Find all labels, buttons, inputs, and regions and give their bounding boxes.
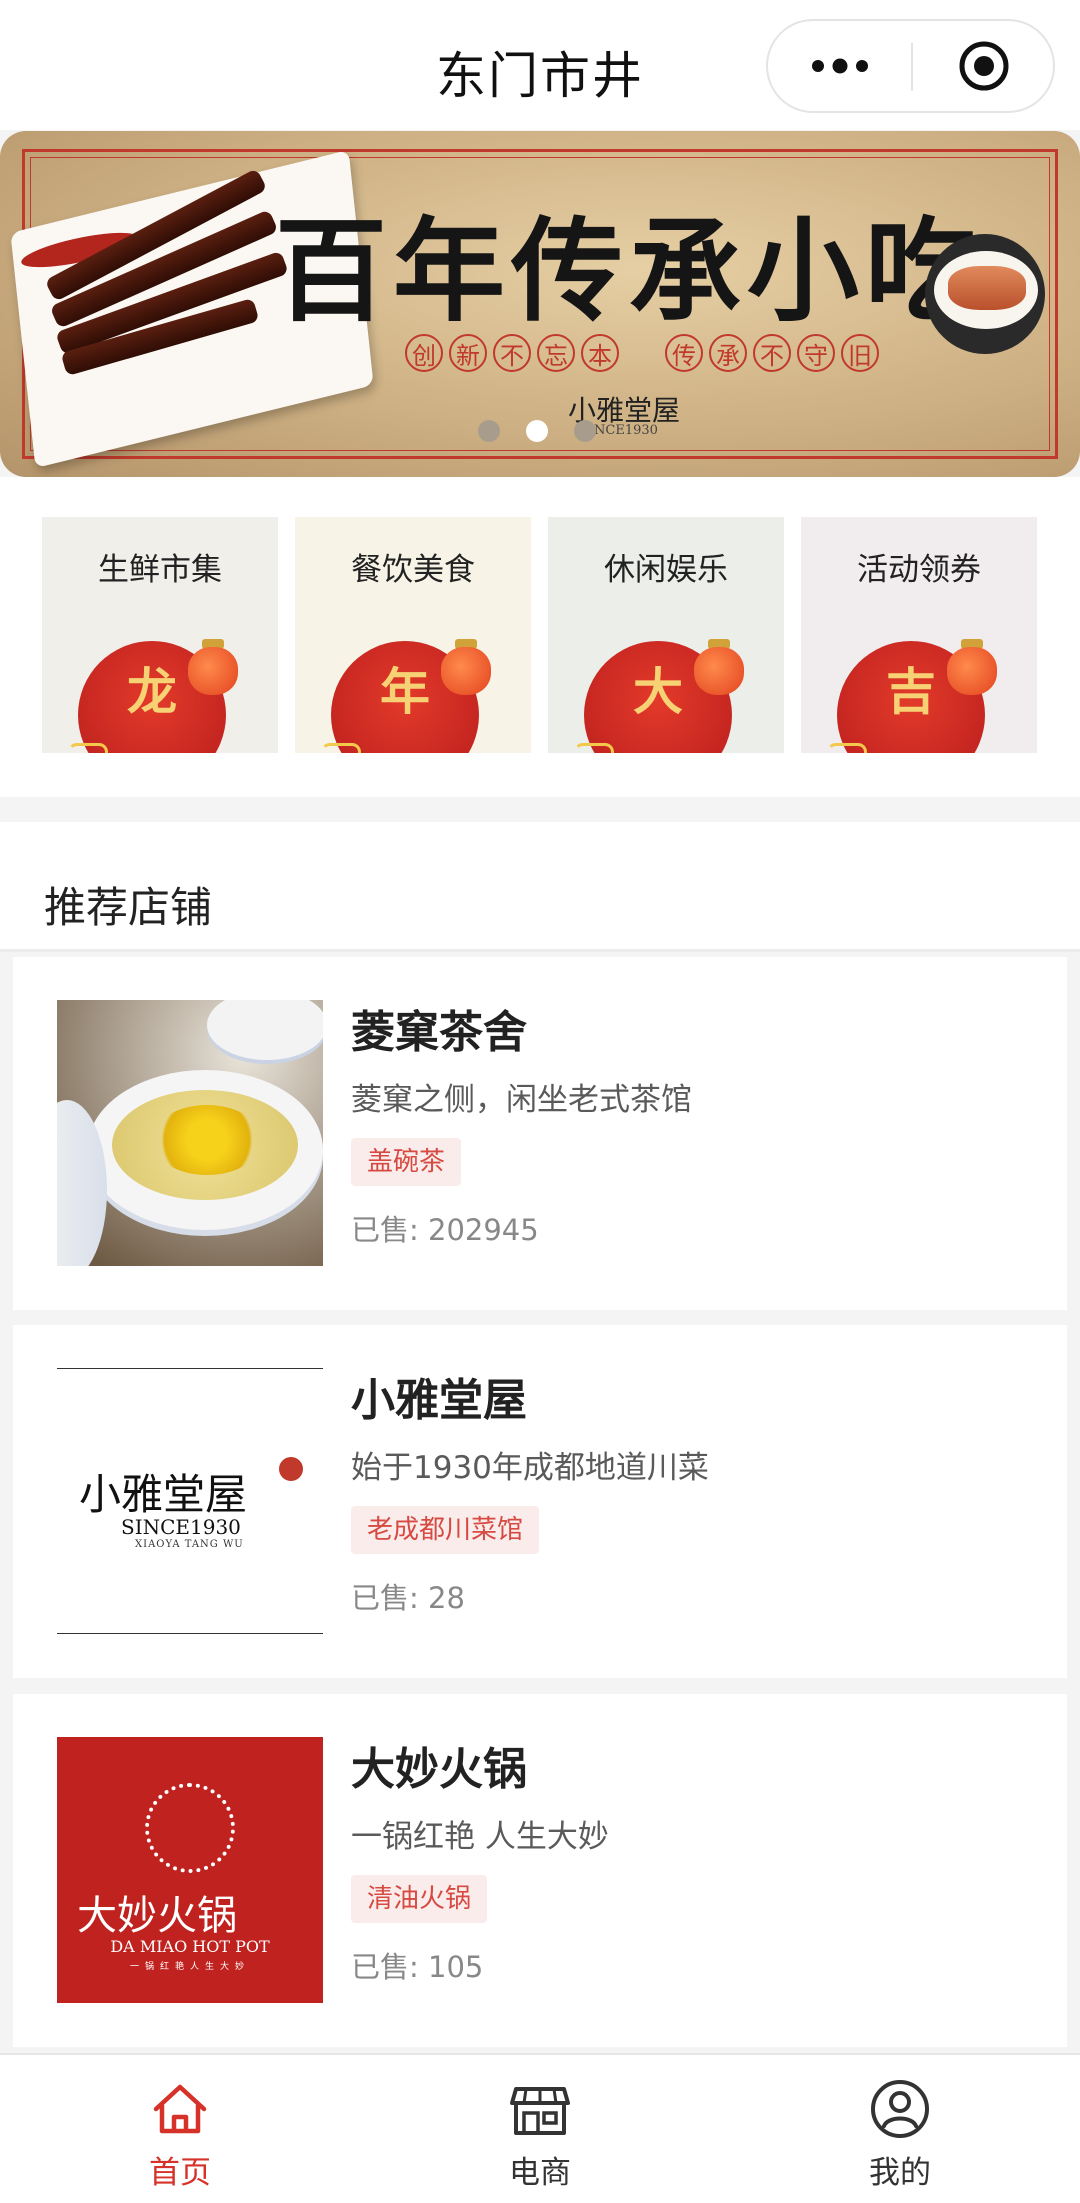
category-label: 餐饮美食 bbox=[351, 552, 475, 588]
category-coupons[interactable]: 活动领券 吉 bbox=[801, 517, 1037, 753]
cloud-pattern-icon bbox=[827, 743, 867, 753]
store-thumbnail: 小雅堂屋 SINCE1930 XIAOYA TANG WU bbox=[57, 1368, 323, 1634]
store-tag: 盖碗茶 bbox=[351, 1138, 462, 1186]
bottom-tab-bar: 首页 电商 我的 bbox=[0, 2053, 1080, 2203]
more-dots-icon bbox=[811, 58, 868, 74]
banner-seal-char: 不 bbox=[493, 334, 531, 372]
banner-seal-char: 守 bbox=[797, 334, 835, 372]
store-thumbnail: 大妙火锅 DA MIAO HOT POT 一锅红艳人生大妙 bbox=[57, 1737, 323, 2003]
banner-seal-char: 承 bbox=[709, 334, 747, 372]
store-sold-count: 已售: 28 bbox=[351, 1581, 465, 1615]
category-fresh-market[interactable]: 生鲜市集 龙 bbox=[42, 517, 278, 753]
mini-program-capsule bbox=[766, 19, 1055, 113]
store-card[interactable]: 菱窠茶舍 菱窠之侧，闲坐老式茶馆 盖碗茶 已售: 202945 bbox=[13, 957, 1067, 1310]
store-logo-pinyin: XIAOYA TANG WU bbox=[135, 1539, 244, 1550]
banner-subline: 创 新 不 忘 本 传 承 不 守 旧 bbox=[405, 334, 879, 372]
store-card[interactable]: 大妙火锅 DA MIAO HOT POT 一锅红艳人生大妙 大妙火锅 一锅红艳 … bbox=[13, 1694, 1067, 2047]
carousel-dot[interactable] bbox=[478, 420, 500, 442]
store-name: 菱窠茶舍 bbox=[351, 1007, 527, 1058]
banner-headline: 百年传承小吃 bbox=[275, 206, 983, 337]
lantern-icon bbox=[188, 647, 238, 695]
section-title: 推荐店铺 bbox=[44, 883, 213, 932]
close-button[interactable] bbox=[913, 21, 1055, 111]
recommended-stores-header: 推荐店铺 bbox=[0, 822, 1080, 952]
store-name: 小雅堂屋 bbox=[351, 1375, 527, 1426]
store-icon bbox=[510, 2087, 570, 2135]
store-sold-count: 已售: 105 bbox=[351, 1950, 484, 1984]
banner-dish-food bbox=[948, 266, 1026, 310]
tab-shop[interactable]: 电商 bbox=[360, 2055, 720, 2203]
category-dining[interactable]: 餐饮美食 年 bbox=[295, 517, 531, 753]
carousel-indicator bbox=[478, 420, 596, 442]
store-logo-slogan: 一锅红艳人生大妙 bbox=[129, 1962, 250, 1972]
store-description: 始于1930年成都地道川菜 bbox=[351, 1450, 709, 1486]
store-description: 菱窠之侧，闲坐老式茶馆 bbox=[351, 1082, 692, 1118]
nav-bar: 东门市井 bbox=[0, 0, 1080, 130]
home-icon bbox=[153, 2084, 207, 2134]
store-tag: 清油火锅 bbox=[351, 1875, 488, 1923]
banner-seal-char: 本 bbox=[581, 334, 619, 372]
cloud-pattern-icon bbox=[574, 743, 614, 753]
store-name: 大妙火锅 bbox=[351, 1744, 527, 1795]
banner-seal-char: 传 bbox=[665, 334, 703, 372]
store-tag: 老成都川菜馆 bbox=[351, 1506, 540, 1554]
store-logo-since: SINCE1930 bbox=[121, 1515, 241, 1539]
store-description: 一锅红艳 人生大妙 bbox=[351, 1819, 609, 1855]
carousel-dot[interactable] bbox=[574, 420, 596, 442]
teacup-image bbox=[207, 1000, 323, 1060]
banner-seal-char: 不 bbox=[753, 334, 791, 372]
lantern-icon bbox=[441, 647, 491, 695]
store-sold-count: 已售: 202945 bbox=[351, 1213, 539, 1247]
cloud-pattern-icon bbox=[68, 743, 108, 753]
category-leisure[interactable]: 休闲娱乐 大 bbox=[548, 517, 784, 753]
banner-seal-char: 忘 bbox=[537, 334, 575, 372]
cloud-pattern-icon bbox=[321, 743, 361, 753]
category-label: 休闲娱乐 bbox=[604, 552, 728, 588]
more-button[interactable] bbox=[768, 21, 911, 111]
user-icon bbox=[871, 2080, 929, 2138]
banner-seal-char: 创 bbox=[405, 334, 443, 372]
promo-banner[interactable]: 百年传承小吃 创 新 不 忘 本 传 承 不 守 旧 小雅堂屋 SINCE193… bbox=[0, 131, 1080, 477]
target-circle-icon bbox=[959, 41, 1009, 91]
lantern-icon bbox=[694, 647, 744, 695]
store-thumbnail bbox=[57, 1000, 323, 1266]
carousel-dot-active[interactable] bbox=[526, 420, 548, 442]
banner-seal-char: 旧 bbox=[841, 334, 879, 372]
tab-label: 电商 bbox=[509, 2155, 571, 2191]
store-logo-text: 小雅堂屋 bbox=[79, 1470, 248, 1519]
chrysanthemum-image bbox=[152, 1105, 262, 1175]
tab-home[interactable]: 首页 bbox=[0, 2055, 360, 2203]
category-label: 生鲜市集 bbox=[98, 552, 222, 588]
hotpot-emblem-icon bbox=[145, 1783, 235, 1873]
tab-label: 我的 bbox=[869, 2155, 931, 2191]
logo-stamp-icon bbox=[279, 1457, 303, 1481]
banner-seal-char: 新 bbox=[449, 334, 487, 372]
tab-mine[interactable]: 我的 bbox=[720, 2055, 1080, 2203]
store-card[interactable]: 小雅堂屋 SINCE1930 XIAOYA TANG WU 小雅堂屋 始于193… bbox=[13, 1325, 1067, 1678]
category-label: 活动领券 bbox=[857, 552, 981, 588]
category-grid: 生鲜市集 龙 餐饮美食 年 休闲娱乐 大 活动领券 吉 bbox=[0, 477, 1080, 797]
lantern-icon bbox=[947, 647, 997, 695]
tab-label: 首页 bbox=[149, 2155, 211, 2191]
store-logo-text: 大妙火锅 bbox=[77, 1893, 237, 1939]
store-logo-english: DA MIAO HOT POT bbox=[110, 1937, 270, 1956]
